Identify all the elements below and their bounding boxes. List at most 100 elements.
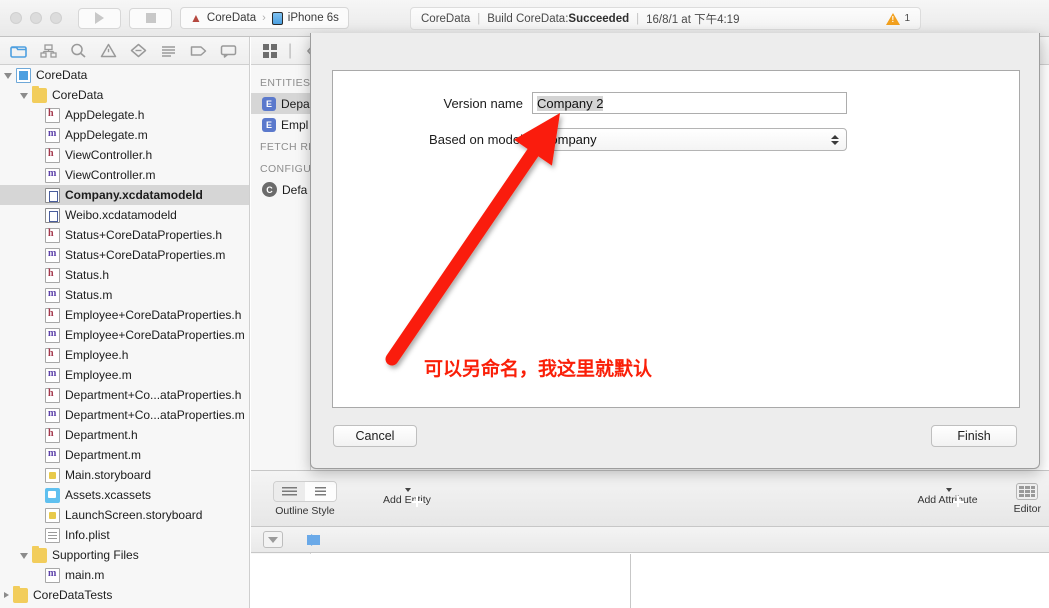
sidebar-item-weibo-xcdatamodeld[interactable]: Weibo.xcdatamodeld [0,205,249,225]
finish-button[interactable]: Finish [931,425,1017,447]
cancel-button[interactable]: Cancel [333,425,417,447]
h-file-icon [45,107,60,123]
close-button[interactable] [10,12,22,24]
run-button[interactable] [78,7,121,29]
version-name-value: Company 2 [537,95,604,111]
sidebar-item-assets-xcassets[interactable]: Assets.xcassets [0,485,249,505]
sidebar-item-company-xcdatamodeld[interactable]: Company.xcdatamodeld [0,185,249,205]
breakpoint-icon[interactable] [130,43,147,59]
add-entity-control[interactable]: Add Entity [383,488,431,506]
window-traffic-lights [0,12,62,24]
disclosure-triangle-open-icon[interactable] [20,553,28,559]
search-icon[interactable] [70,43,87,59]
sidebar-item-employee-h[interactable]: Employee.h [0,345,249,365]
entity-row[interactable]: E Empl [251,114,310,135]
source-control-icon[interactable] [40,43,57,59]
stepper-chevrons-icon [831,134,839,145]
entity-row[interactable]: E Depa [251,93,310,114]
sidebar-item-label: Main.storyboard [65,468,152,482]
xcode-hammer-icon: ▲ [190,11,202,25]
sidebar-item-employee-m[interactable]: Employee.m [0,365,249,385]
folder-icon[interactable] [10,43,27,59]
version-name-input[interactable]: Company 2 [532,92,847,114]
add-attribute-control[interactable]: Add Attribute [917,488,978,506]
warning-icon[interactable] [100,43,117,59]
sidebar-item-coredatatests[interactable]: CoreDataTests [0,585,249,605]
disclosure-triangle-closed-icon[interactable] [4,592,9,598]
sidebar-item-appdelegate-m[interactable]: AppDelegate.m [0,125,249,145]
entity-badge-icon: E [262,96,276,111]
project-icon [16,67,31,83]
editor-style-control[interactable]: Editor [1014,482,1041,515]
sidebar-item-status-coredataproperties-m[interactable]: Status+CoreDataProperties.m [0,245,249,265]
zoom-button[interactable] [50,12,62,24]
editor-vertical-splitter[interactable] [630,554,631,608]
sidebar-item-status-h[interactable]: Status.h [0,265,249,285]
disclosure-triangle-open-icon[interactable] [20,93,28,99]
editor-grid-icon[interactable] [1016,482,1039,500]
status-timestamp: 16/8/1 at 下午4:19 [646,13,740,26]
sidebar-item-main-m[interactable]: main.m [0,565,249,585]
sidebar-item-status-m[interactable]: Status.m [0,285,249,305]
sidebar-item-coredata[interactable]: CoreData [0,85,249,105]
play-icon [95,12,104,24]
minimize-button[interactable] [30,12,42,24]
project-navigator[interactable]: CoreData CoreData AppDelegate.h AppDelegate… [0,65,250,608]
scheme-selector[interactable]: ▲ CoreData › iPhone 6s [180,7,349,29]
outline-style-segments[interactable] [273,480,337,502]
sidebar-item-employee-coredataproperties-h[interactable]: Employee+CoreDataProperties.h [0,305,249,325]
stop-icon [145,13,156,23]
outline-style-table-option[interactable] [274,481,305,501]
run-stop-group [78,7,172,29]
editor-jump-bar [251,526,1049,553]
sidebar-item-coredata[interactable]: CoreData [0,65,249,85]
outline-style-hierarchy-option[interactable] [305,481,336,501]
sidebar-item-viewcontroller-m[interactable]: ViewController.m [0,165,249,185]
sidebar-item-supporting-files[interactable]: Supporting Files [0,545,249,565]
xcdatamodel-icon [45,187,60,203]
grid-view-icon[interactable] [261,43,278,59]
based-on-model-row: Based on model Company [333,128,847,151]
sidebar-item-label: main.m [65,568,105,582]
sidebar-item-launchscreen-storyboard[interactable]: LaunchScreen.storyboard [0,505,249,525]
stop-button[interactable] [129,7,172,29]
warning-indicator[interactable]: 1 [886,12,910,25]
hierarchy-lines-icon [315,486,326,496]
breadcrumb-flag-icon[interactable] [307,533,320,546]
sidebar-item-department-h[interactable]: Department.h [0,425,249,445]
sidebar-item-label: Status+CoreDataProperties.m [65,248,226,262]
sidebar-item-info-plist[interactable]: Info.plist [0,525,249,545]
related-items-button[interactable] [263,531,283,548]
h-file-icon [45,387,60,403]
scheme-destination-label: iPhone 6s [287,12,339,24]
sidebar-item-employee-coredataproperties-m[interactable]: Employee+CoreDataProperties.m [0,325,249,345]
xcassets-icon [45,487,60,503]
sidebar-item-label: CoreData [52,88,104,102]
entity-row[interactable]: C Defa [251,179,310,200]
warning-count: 1 [904,13,910,24]
activity-status-bar[interactable]: CoreData | Build CoreData: Succeeded | 1… [410,7,921,30]
disclosure-triangle-open-icon[interactable] [4,73,12,79]
h-file-icon [45,347,60,363]
sidebar-item-status-coredataproperties-h[interactable]: Status+CoreDataProperties.h [0,225,249,245]
based-on-model-select[interactable]: Company [532,128,847,151]
dropdown-caret-icon [404,488,411,492]
sidebar-item-department-co-ataproperties-m[interactable]: Department+Co...ataProperties.m [0,405,249,425]
plist-icon [45,527,60,543]
sidebar-item-department-co-ataproperties-h[interactable]: Department+Co...ataProperties.h [0,385,249,405]
tag-icon[interactable] [190,43,207,59]
editor-canvas[interactable] [251,554,1049,608]
outline-style-control[interactable]: Outline Style [273,480,337,517]
sidebar-item-viewcontroller-h[interactable]: ViewController.h [0,145,249,165]
based-on-model-label: Based on model [429,132,523,147]
h-file-icon [45,227,60,243]
warning-triangle-icon [886,12,901,25]
sidebar-item-label: Status.m [65,288,113,302]
comment-icon[interactable] [220,43,237,59]
report-icon[interactable] [160,43,177,59]
sidebar-item-appdelegate-h[interactable]: AppDelegate.h [0,105,249,125]
entity-badge-icon: E [262,117,276,132]
sidebar-item-main-storyboard[interactable]: Main.storyboard [0,465,249,485]
entity-label: Empl [281,117,309,132]
sidebar-item-department-m[interactable]: Department.m [0,445,249,465]
